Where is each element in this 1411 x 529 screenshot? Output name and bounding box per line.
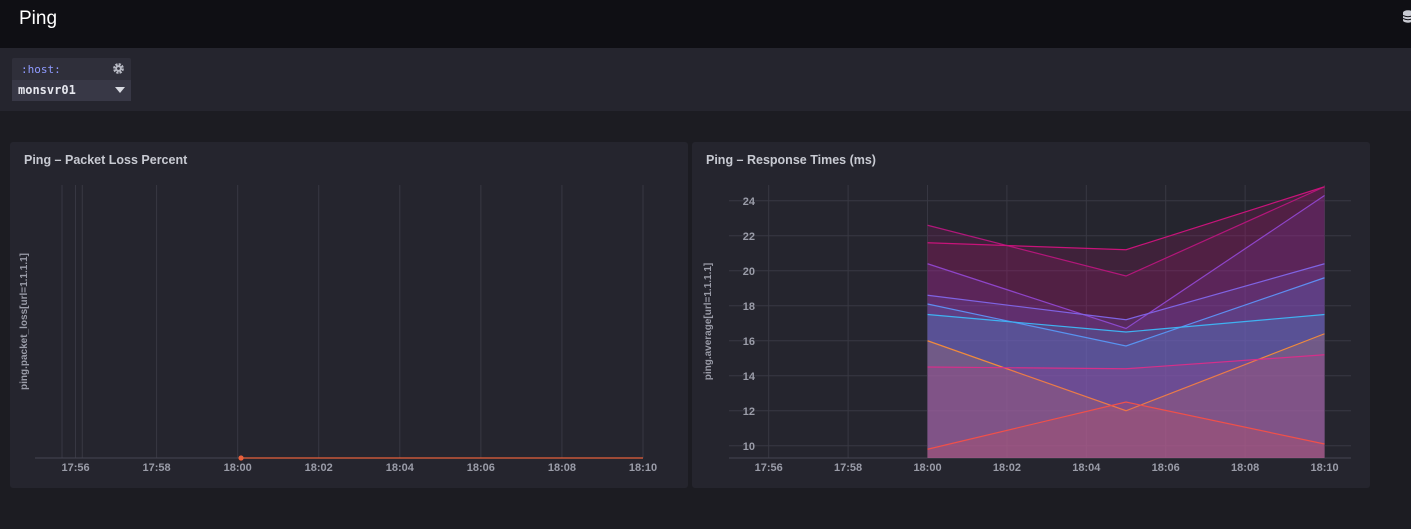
y-tick-label: 18 [743, 301, 755, 313]
y-tick-label: 10 [743, 441, 755, 453]
x-tick-label: 18:02 [305, 462, 333, 474]
response-times-panel: Ping – Response Times (ms) 17:56 17:58 18:… [692, 142, 1370, 488]
y-axis-label: ping.average[url=1.1.1.1] [703, 263, 714, 381]
host-variable-value: monsvr01 [18, 83, 76, 97]
x-tick-label: 18:08 [1231, 462, 1259, 474]
packet-loss-panel: Ping – Packet Loss Percent 17:56 17:58 18:… [10, 142, 688, 488]
x-tick-label: 18:02 [993, 462, 1021, 474]
y-tick-label: 20 [743, 266, 755, 278]
y-axis-label: ping.packet_loss[url=1.1.1.1] [19, 253, 30, 390]
y-tick-label: 14 [743, 371, 756, 383]
x-tick-label: 18:00 [913, 462, 941, 474]
packet-loss-chart: 17:56 17:58 18:00 18:02 18:04 18:06 18:08 18:10… [19, 185, 657, 474]
x-tick-label: 18:06 [467, 462, 495, 474]
y-tick-label: 16 [743, 336, 755, 348]
x-tick-label: 18:00 [224, 462, 252, 474]
template-variables-bar [0, 48, 1411, 111]
database-icon[interactable] [1403, 10, 1411, 24]
x-tick-label: 17:56 [61, 462, 89, 474]
gear-icon[interactable] [112, 62, 125, 75]
page-title: Ping [19, 8, 58, 29]
x-tick-label: 18:04 [386, 462, 415, 474]
chevron-down-icon [115, 87, 125, 93]
x-tick-label: 18:10 [1310, 462, 1338, 474]
data-point [238, 455, 244, 461]
x-tick-label: 18:10 [629, 462, 657, 474]
response-times-chart: 17:56 17:58 18:00 18:02 18:04 18:06 18:08 18:10… [703, 185, 1351, 474]
y-tick-label: 12 [743, 406, 755, 418]
host-variable-label: :host: [21, 63, 61, 76]
x-tick-label: 18:08 [548, 462, 576, 474]
x-tick-label: 17:58 [143, 462, 171, 474]
x-tick-label: 17:56 [755, 462, 783, 474]
y-tick-label: 22 [743, 231, 755, 243]
x-tick-label: 18:04 [1072, 462, 1101, 474]
app-header: Ping [0, 0, 1411, 48]
x-tick-label: 17:58 [834, 462, 862, 474]
y-tick-label: 24 [743, 196, 756, 208]
host-variable: :host: monsvr01 [12, 58, 131, 101]
x-tick-label: 18:06 [1152, 462, 1180, 474]
host-variable-dropdown[interactable]: monsvr01 [12, 80, 131, 101]
